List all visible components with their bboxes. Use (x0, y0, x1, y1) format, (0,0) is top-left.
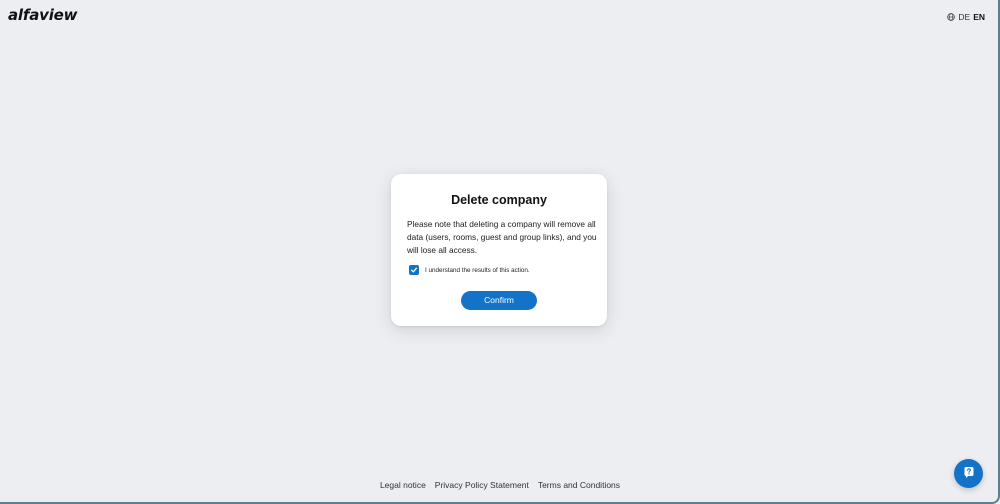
checkbox-label[interactable]: I understand the results of this action. (425, 267, 530, 274)
language-switcher: DE EN (947, 12, 985, 22)
understand-checkbox[interactable] (409, 265, 419, 275)
delete-company-dialog: Delete company Please note that deleting… (391, 174, 607, 326)
dialog-title: Delete company (451, 193, 547, 207)
language-option-de[interactable]: DE (958, 12, 970, 22)
footer-link-legal-notice[interactable]: Legal notice (380, 480, 426, 490)
understand-checkbox-row[interactable]: I understand the results of this action. (409, 265, 530, 275)
footer-link-privacy-policy[interactable]: Privacy Policy Statement (435, 480, 529, 490)
footer: Legal notice Privacy Policy Statement Te… (0, 480, 1000, 490)
help-button[interactable] (954, 459, 983, 488)
help-question-icon (963, 465, 975, 483)
globe-icon (947, 13, 956, 21)
dialog-message: Please note that deleting a company will… (407, 219, 597, 255)
confirm-button[interactable]: Confirm (461, 291, 537, 310)
checkmark-icon (410, 261, 418, 279)
footer-link-terms[interactable]: Terms and Conditions (538, 480, 620, 490)
app-logo[interactable]: alfaview (8, 6, 77, 24)
language-option-en[interactable]: EN (973, 12, 985, 22)
